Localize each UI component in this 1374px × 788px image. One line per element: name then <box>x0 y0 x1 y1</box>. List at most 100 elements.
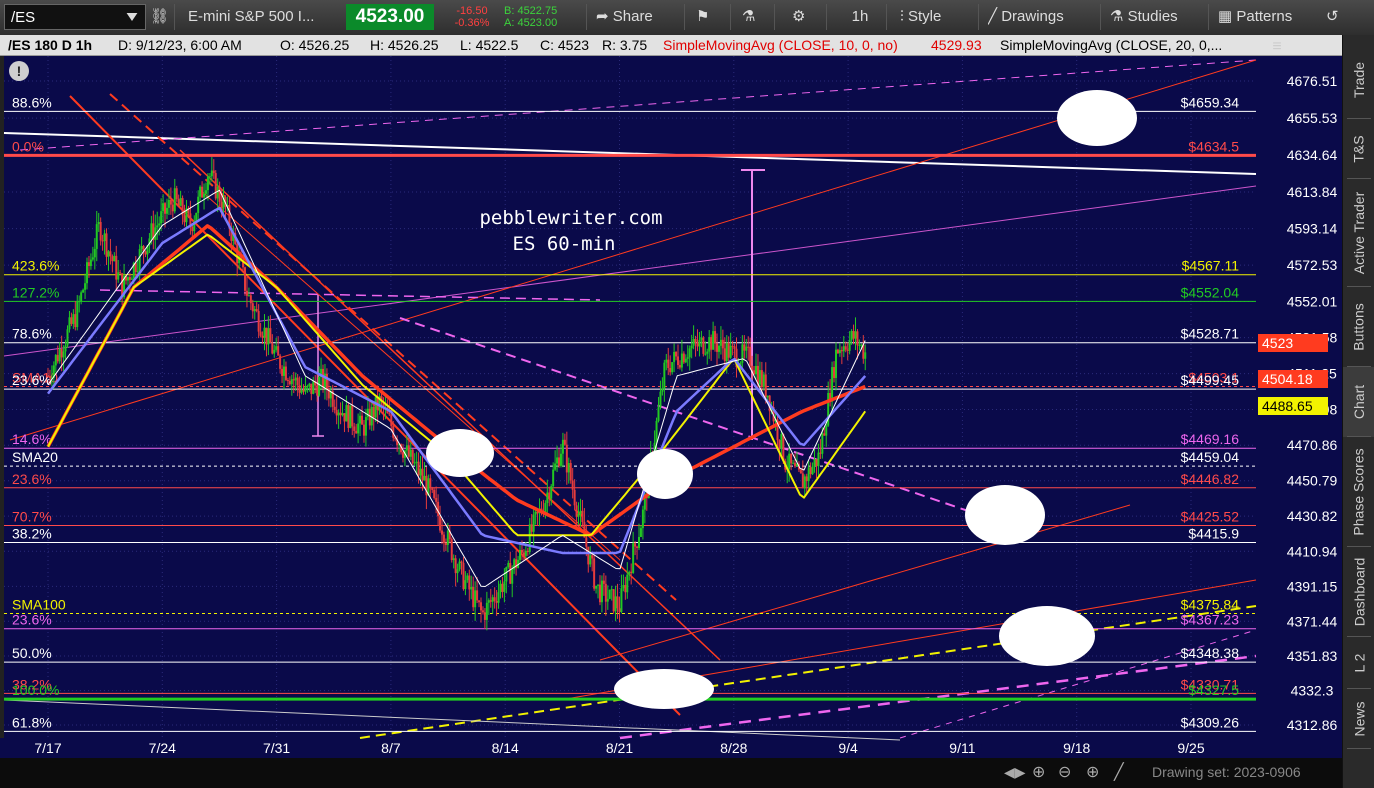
candle-body <box>634 543 637 547</box>
candle-body <box>741 344 744 363</box>
candle-body <box>684 358 687 363</box>
candle-body <box>333 406 336 411</box>
candle-body <box>579 510 582 514</box>
candle-body <box>692 339 695 346</box>
candle-body <box>801 473 804 489</box>
level-left-label: 70.7% <box>12 508 52 524</box>
x-tick-label: 9/18 <box>1063 740 1090 756</box>
level-right-label: $4446.82 <box>1181 471 1240 487</box>
candle-body <box>405 445 408 451</box>
candle-body <box>714 331 717 344</box>
candle-body <box>762 374 765 387</box>
x-tick-label: 7/17 <box>34 740 61 756</box>
candle-body <box>341 413 344 416</box>
highlight-ellipse[interactable] <box>965 485 1045 545</box>
level-left-label: 88.6% <box>12 94 52 110</box>
candle-body <box>304 386 307 392</box>
sidebar-tab-label: Dashboard <box>1351 557 1367 627</box>
candle-body <box>589 555 592 565</box>
candle-body <box>733 346 736 349</box>
sidebar-tab-phase-scores[interactable]: Phase Scores <box>1343 437 1374 547</box>
candle-body <box>522 552 525 556</box>
candle-body <box>616 596 619 609</box>
highlight-ellipse[interactable] <box>614 669 714 709</box>
candle-body <box>409 449 412 457</box>
candle-body <box>860 344 863 346</box>
candle-body <box>417 461 420 476</box>
candle-body <box>140 246 143 250</box>
candle-body <box>577 513 580 517</box>
candle-body <box>805 476 808 482</box>
candle-body <box>144 251 147 255</box>
candle-body <box>702 337 705 354</box>
level-right-label: $4327.5 <box>1188 682 1239 698</box>
y-tick-label: 4470.86 <box>1287 437 1338 453</box>
candle-body <box>442 534 445 543</box>
info-icon[interactable]: ! <box>9 61 29 81</box>
crosshair-icon[interactable]: ⊕ <box>1032 762 1045 782</box>
sidebar-tab-active-trader[interactable]: Active Trader <box>1343 179 1374 287</box>
candle-body <box>429 478 432 489</box>
candle-body <box>710 337 713 350</box>
candle-body <box>136 270 139 272</box>
candle-body <box>721 339 724 349</box>
sidebar-tab-trade[interactable]: Trade <box>1343 41 1374 119</box>
candle-body <box>811 466 814 475</box>
candle-body <box>173 188 176 212</box>
candle-body <box>803 476 806 489</box>
candle-body <box>815 459 818 467</box>
price-chart[interactable]: 7/17 7/24 7/31 8/7 8/14 8/21 8/28 9/4 9/11 9/18 9/… <box>0 0 1342 758</box>
sidebar-tab-news[interactable]: News <box>1343 689 1374 749</box>
sidebar-tab-chart[interactable]: Chart <box>1343 367 1374 437</box>
candle-body <box>819 452 822 454</box>
sidebar-tab-dashboard[interactable]: Dashboard <box>1343 547 1374 637</box>
candle-body <box>413 462 416 464</box>
level-right-label: $4425.52 <box>1181 508 1240 524</box>
candle-body <box>218 186 221 202</box>
sidebar-tab-buttons[interactable]: Buttons <box>1343 287 1374 367</box>
candle-body <box>411 449 414 464</box>
candle-body <box>665 359 668 363</box>
highlight-ellipse[interactable] <box>637 449 693 499</box>
y-tick-label: 4351.83 <box>1287 648 1338 664</box>
candle-body <box>440 530 443 535</box>
candle-body <box>581 510 584 523</box>
candle-body <box>126 277 129 281</box>
drawing-set-label[interactable]: Drawing set: 2023-0906 <box>1152 764 1301 780</box>
collapse-icon[interactable]: ≡ <box>1266 38 1288 56</box>
candle-body <box>628 571 631 575</box>
candle-body <box>731 345 734 347</box>
candle-body <box>70 317 73 324</box>
candle-body <box>103 233 106 242</box>
candle-body <box>263 327 266 338</box>
candle-body <box>575 505 578 517</box>
zoom-icon[interactable]: ⊖ <box>1058 762 1071 782</box>
candle-body <box>548 492 551 499</box>
highlight-ellipse[interactable] <box>426 429 494 477</box>
level-right-label: $4367.23 <box>1181 612 1240 628</box>
drawing-pencil-icon[interactable]: ╱ <box>1114 762 1124 782</box>
scroll-arrows-icon[interactable]: ◀▶ <box>1004 764 1026 781</box>
zoom-in-icon[interactable]: ⊕ <box>1086 762 1099 782</box>
highlight-ellipse[interactable] <box>1057 90 1137 146</box>
candle-body <box>838 350 841 354</box>
candle-body <box>353 426 356 431</box>
candle-body <box>485 602 488 620</box>
candle-body <box>569 463 572 481</box>
candle-body <box>690 345 693 349</box>
time-axis[interactable] <box>0 738 1342 758</box>
candle-body <box>435 497 438 502</box>
candle-body <box>716 343 719 352</box>
sidebar-tab-t-s[interactable]: T&S <box>1343 119 1374 179</box>
price-bubble-label: 4504.18 <box>1262 371 1313 387</box>
level-right-label: $4309.26 <box>1181 714 1240 730</box>
candle-body <box>458 561 461 570</box>
x-tick-label: 8/7 <box>381 740 401 756</box>
candle-body <box>487 600 490 603</box>
level-left-label: 61.8% <box>12 714 52 730</box>
candle-body <box>620 588 623 613</box>
highlight-ellipse[interactable] <box>999 606 1095 666</box>
sidebar-tab-l-2[interactable]: L 2 <box>1343 637 1374 689</box>
candle-body <box>54 355 57 366</box>
candle-body <box>58 348 61 362</box>
